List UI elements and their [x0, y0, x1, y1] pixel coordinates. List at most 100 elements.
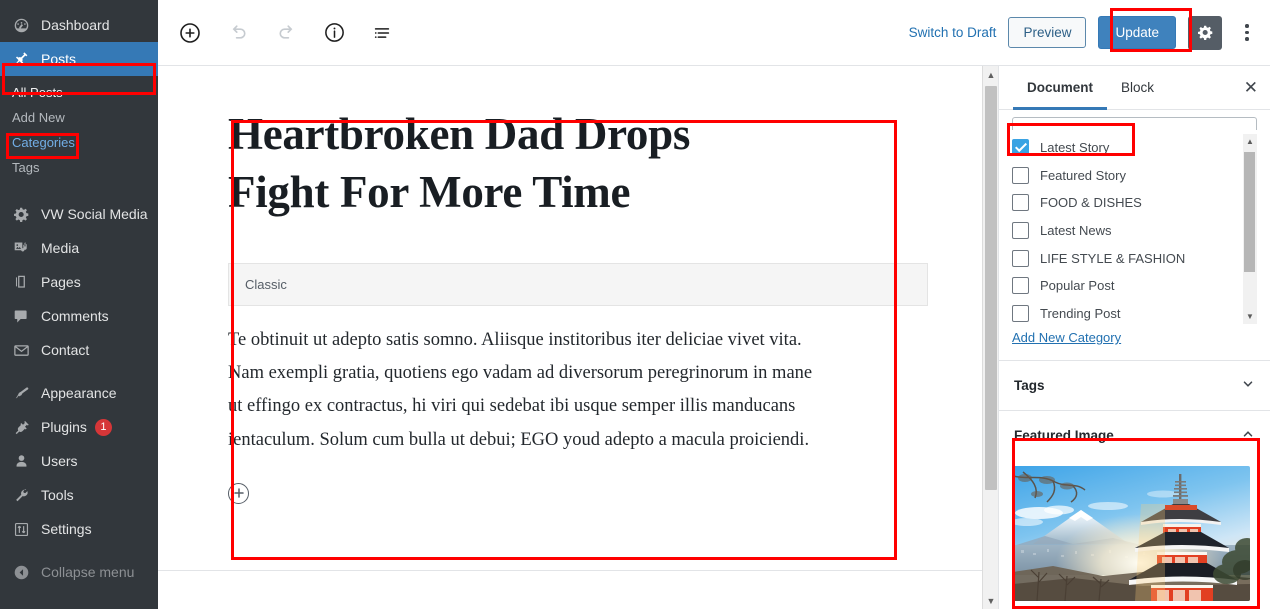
- redo-icon[interactable]: [268, 15, 304, 51]
- category-row-popular-post[interactable]: Popular Post: [1012, 272, 1257, 300]
- category-row-food-and-dishes[interactable]: FOOD & DISHES: [1012, 189, 1257, 217]
- menu-divider: [0, 367, 158, 376]
- category-label: Featured Story: [1040, 167, 1126, 183]
- editor-header-tools: [158, 15, 400, 51]
- category-row-life-style-and-fashion[interactable]: LIFE STYLE & FASHION: [1012, 244, 1257, 272]
- admin-sidebar: Dashboard Posts All Posts Add New Catego…: [0, 0, 158, 609]
- featured-image-wrapper: [999, 460, 1270, 601]
- chevron-up-icon: [1241, 427, 1255, 444]
- category-label: FOOD & DISHES: [1040, 195, 1142, 211]
- menu-divider: [0, 188, 158, 197]
- sidebar-item-users[interactable]: Users: [0, 444, 158, 478]
- sidebar-item-label: Comments: [41, 308, 109, 324]
- submenu-item-tags[interactable]: Tags: [0, 155, 158, 180]
- chevron-down-icon: [1241, 377, 1255, 394]
- submenu-item-all-posts[interactable]: All Posts: [0, 80, 158, 105]
- checkbox-checked-icon[interactable]: [1012, 139, 1029, 157]
- close-icon[interactable]: ✕: [1244, 79, 1258, 96]
- wrench-icon: [10, 485, 32, 505]
- category-row-latest-news[interactable]: Latest News: [1012, 217, 1257, 245]
- settings-tabs: Document Block ✕: [999, 66, 1270, 110]
- list-view-icon[interactable]: [364, 15, 400, 51]
- tab-block[interactable]: Block: [1107, 66, 1168, 110]
- panel-section-featured-image[interactable]: Featured Image: [999, 411, 1270, 460]
- info-icon[interactable]: [316, 15, 352, 51]
- sidebar-item-label: Tools: [41, 487, 74, 503]
- sidebar-item-settings[interactable]: Settings: [0, 512, 158, 546]
- switch-to-draft-button[interactable]: Switch to Draft: [909, 25, 997, 40]
- sidebar-item-label: Collapse menu: [41, 564, 135, 580]
- sidebar-item-appearance[interactable]: Appearance: [0, 376, 158, 410]
- wordpress-post-editor: Dashboard Posts All Posts Add New Catego…: [0, 0, 1270, 609]
- scrollbar-thumb[interactable]: [1244, 152, 1255, 272]
- editor-scrollbar[interactable]: ▲ ▼: [982, 66, 998, 609]
- kebab-menu-icon[interactable]: [1234, 16, 1260, 50]
- plug-icon: [10, 417, 32, 437]
- sidebar-item-pages[interactable]: Pages: [0, 265, 158, 299]
- scrollbar-thumb[interactable]: [985, 86, 997, 490]
- sidebar-item-tools[interactable]: Tools: [0, 478, 158, 512]
- checkbox-icon[interactable]: [1012, 277, 1029, 295]
- editor-header-actions: Switch to Draft Preview Update: [909, 15, 1270, 50]
- comment-icon: [10, 306, 32, 326]
- panel-section-title: Featured Image: [1014, 428, 1114, 443]
- category-row-trending-post[interactable]: Trending Post: [1012, 300, 1257, 328]
- sidebar-item-media[interactable]: Media: [0, 231, 158, 265]
- category-row-featured-story[interactable]: Featured Story: [1012, 162, 1257, 190]
- add-block-circle-icon[interactable]: [228, 482, 249, 504]
- sidebar-item-label: Contact: [41, 342, 90, 358]
- category-label: Latest Story: [1040, 140, 1110, 156]
- undo-icon[interactable]: [220, 15, 256, 51]
- sidebar-item-label: Plugins: [41, 419, 87, 435]
- checkbox-icon[interactable]: [1012, 194, 1029, 212]
- settings-gear-icon[interactable]: [1188, 15, 1222, 50]
- category-label: Latest News: [1040, 223, 1112, 239]
- category-search-input[interactable]: [1012, 117, 1257, 130]
- submenu-item-categories[interactable]: Categories: [0, 130, 158, 155]
- sidebar-item-label: Dashboard: [41, 17, 110, 33]
- featured-image-thumbnail[interactable]: [1013, 466, 1250, 601]
- sidebar-item-comments[interactable]: Comments: [0, 299, 158, 333]
- update-button[interactable]: Update: [1098, 16, 1176, 49]
- panel-section-title: Tags: [1014, 378, 1045, 393]
- pages-icon: [10, 272, 32, 292]
- classic-block-header[interactable]: Classic: [228, 263, 928, 307]
- post-content-wrapper: Heartbroken Dad Drops Fight For More Tim…: [158, 66, 998, 504]
- submenu-item-add-new[interactable]: Add New: [0, 105, 158, 130]
- sidebar-item-label: Posts: [41, 51, 77, 67]
- sidebar-item-dashboard[interactable]: Dashboard: [0, 8, 158, 42]
- scroll-up-arrow-icon[interactable]: ▲: [1243, 134, 1257, 149]
- sliders-icon: [10, 519, 32, 539]
- dashboard-icon: [10, 15, 32, 35]
- post-title-input[interactable]: Heartbroken Dad Drops Fight For More Tim…: [228, 106, 748, 221]
- checkbox-icon[interactable]: [1012, 249, 1029, 267]
- scroll-down-arrow-icon[interactable]: ▼: [1243, 309, 1257, 324]
- add-block-icon[interactable]: [172, 15, 208, 51]
- plugins-update-badge: 1: [94, 418, 112, 436]
- post-body-text[interactable]: Te obtinuit ut adepto satis somno. Aliis…: [228, 324, 820, 456]
- add-new-category-link[interactable]: Add New Category: [1012, 330, 1257, 345]
- panel-section-tags[interactable]: Tags: [999, 361, 1270, 411]
- checkbox-icon[interactable]: [1012, 166, 1029, 184]
- sidebar-item-contact[interactable]: Contact: [0, 333, 158, 367]
- checkbox-icon[interactable]: [1012, 222, 1029, 240]
- category-checklist: Latest Story Featured Story FOOD & DISHE…: [1012, 130, 1257, 326]
- sidebar-item-collapse-menu[interactable]: Collapse menu: [0, 555, 158, 589]
- editor-header: Switch to Draft Preview Update: [158, 0, 1270, 66]
- sidebar-item-label: Appearance: [41, 385, 117, 401]
- scroll-up-arrow-icon[interactable]: ▲: [983, 66, 998, 83]
- sidebar-item-vw-social-media[interactable]: VW Social Media: [0, 197, 158, 231]
- category-list-scrollbar[interactable]: ▲ ▼: [1243, 134, 1257, 324]
- sidebar-item-label: Pages: [41, 274, 81, 290]
- user-icon: [10, 451, 32, 471]
- category-row-latest-story[interactable]: Latest Story: [1012, 134, 1257, 162]
- scroll-down-arrow-icon[interactable]: ▼: [983, 592, 998, 609]
- pin-icon: [10, 49, 32, 69]
- tab-document[interactable]: Document: [1013, 66, 1107, 110]
- sidebar-item-posts[interactable]: Posts: [0, 42, 158, 76]
- checkbox-icon[interactable]: [1012, 304, 1029, 322]
- preview-button[interactable]: Preview: [1008, 17, 1087, 48]
- sidebar-item-plugins[interactable]: Plugins 1: [0, 410, 158, 444]
- menu-divider: [0, 546, 158, 555]
- sidebar-item-label: Users: [41, 453, 78, 469]
